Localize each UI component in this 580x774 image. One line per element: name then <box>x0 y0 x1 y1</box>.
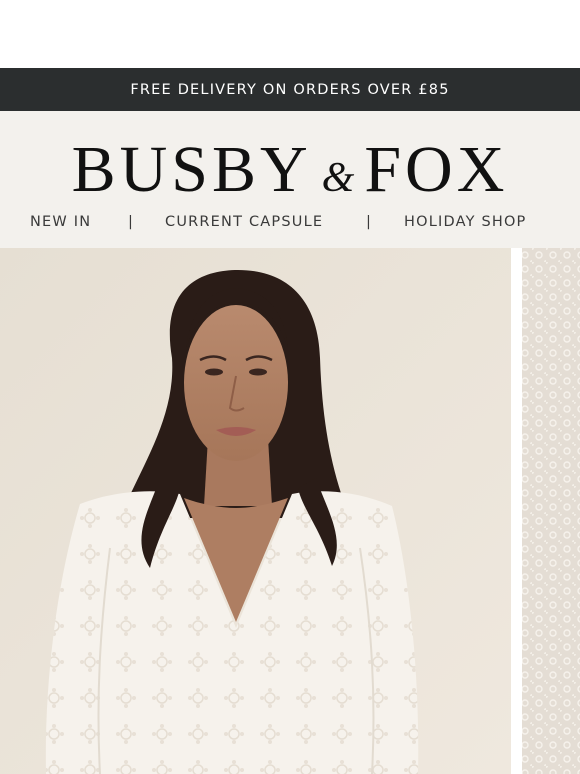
nav-item-holiday-shop[interactable]: HOLIDAY SHOP <box>404 214 527 230</box>
promo-banner[interactable]: FREE DELIVERY ON ORDERS OVER £85 <box>0 68 580 111</box>
brand-ampersand: & <box>321 155 355 201</box>
lace-detail-panel <box>522 248 580 774</box>
nav-item-current-capsule[interactable]: CURRENT CAPSULE <box>165 214 323 230</box>
hero-banner[interactable] <box>0 248 580 774</box>
brand-name-part1: BUSBY <box>71 133 312 206</box>
header: BUSBY & FOX NEW IN | CURRENT CAPSULE | H… <box>0 111 580 248</box>
brand-logo[interactable]: BUSBY & FOX <box>0 137 580 203</box>
brand-name-part2: FOX <box>364 133 509 206</box>
promo-text: FREE DELIVERY ON ORDERS OVER £85 <box>130 81 450 98</box>
nav-item-new-in[interactable]: NEW IN <box>30 214 91 230</box>
nav-separator: | <box>366 214 373 230</box>
hero-image <box>0 248 580 774</box>
main-nav: NEW IN | CURRENT CAPSULE | HOLIDAY SHOP <box>0 214 580 236</box>
nav-separator: | <box>128 214 135 230</box>
email-page: FREE DELIVERY ON ORDERS OVER £85 BUSBY &… <box>0 0 580 774</box>
